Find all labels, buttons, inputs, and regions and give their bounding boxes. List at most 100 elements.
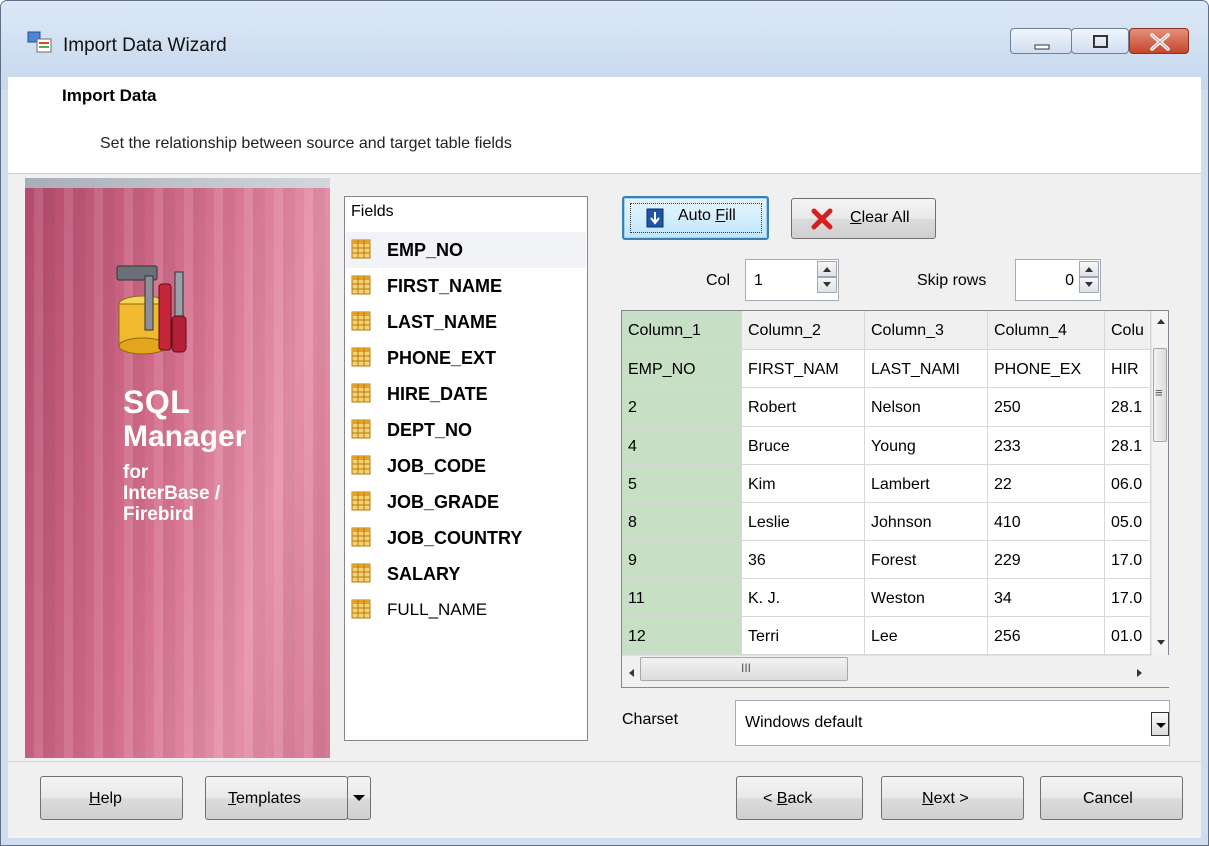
grid-cell[interactable]: 11 [622, 579, 742, 617]
brand-subtitle: for InterBase / Firebird [123, 462, 220, 525]
chevron-down-icon [353, 795, 365, 801]
grid-column-header[interactable]: Column_4 [988, 311, 1105, 350]
col-spinner[interactable]: 1 [745, 259, 839, 301]
table-field-icon [351, 491, 371, 511]
grid-cell[interactable]: 4 [622, 427, 742, 465]
field-item[interactable]: LAST_NAME [346, 304, 586, 340]
grid-cell[interactable]: Bruce [742, 427, 865, 465]
grid-cell[interactable]: 9 [622, 541, 742, 579]
field-item[interactable]: SALARY [346, 556, 586, 592]
grid-cell[interactable]: 256 [988, 617, 1105, 655]
grid-cell[interactable]: 17.0 [1105, 579, 1151, 617]
grid-cell[interactable]: HIR [1105, 350, 1151, 388]
grid-cell[interactable]: 34 [988, 579, 1105, 617]
brand-line-1: SQL [123, 384, 191, 420]
grid-cell[interactable]: Johnson [865, 503, 988, 541]
cancel-label: Cancel [1083, 790, 1133, 807]
grid-column-header[interactable]: Column_2 [742, 311, 865, 350]
grid-vertical-thumb[interactable]: ≡ [1153, 348, 1167, 442]
col-up-button[interactable] [817, 261, 837, 277]
field-item[interactable]: DEPT_NO [346, 412, 586, 448]
grid-cell[interactable]: 250 [988, 388, 1105, 427]
skip-down-button[interactable] [1079, 277, 1099, 293]
grid-cell[interactable]: 12 [622, 617, 742, 655]
grid-cell[interactable]: 17.0 [1105, 541, 1151, 579]
grid-cell[interactable]: 410 [988, 503, 1105, 541]
grid-cell[interactable]: 2 [622, 388, 742, 427]
scroll-right-icon [1137, 669, 1142, 677]
grid-cell[interactable]: 05.0 [1105, 503, 1151, 541]
grid-cell[interactable]: Forest [865, 541, 988, 579]
grid-cell[interactable]: Robert [742, 388, 865, 427]
grid-cell[interactable]: 28.1 [1105, 388, 1151, 427]
focus-rect [630, 203, 762, 233]
back-label: < Back [763, 790, 813, 807]
brand-line-2: Manager [123, 420, 247, 453]
grid-cell[interactable]: Lee [865, 617, 988, 655]
close-button[interactable] [1129, 28, 1189, 54]
grid-cell[interactable]: EMP_NO [622, 350, 742, 388]
help-label: Help [89, 790, 122, 807]
field-item[interactable]: HIRE_DATE [346, 376, 586, 412]
next-button[interactable]: Next > [881, 776, 1024, 820]
grid-cell[interactable]: 36 [742, 541, 865, 579]
grid-cell[interactable]: 22 [988, 465, 1105, 503]
grid-column-header[interactable]: Colu [1105, 311, 1151, 350]
grid-cell[interactable]: Lambert [865, 465, 988, 503]
templates-button[interactable]: Templates [205, 776, 348, 820]
cancel-button[interactable]: Cancel [1040, 776, 1183, 820]
spin-up-icon [1085, 267, 1093, 272]
wizard-header [8, 77, 1201, 173]
field-label: SALARY [387, 564, 461, 584]
table-field-icon [351, 527, 371, 547]
field-item[interactable]: JOB_COUNTRY [346, 520, 586, 556]
table-field-icon [351, 275, 371, 295]
grid-horizontal-thumb[interactable]: III [640, 657, 848, 681]
page-subtitle: Set the relationship between source and … [100, 135, 512, 152]
grid-cell[interactable]: PHONE_EX [988, 350, 1105, 388]
grid-cell[interactable]: Nelson [865, 388, 988, 427]
table-field-icon [351, 347, 371, 367]
scroll-down-icon [1157, 640, 1165, 645]
skip-rows-spinner[interactable]: 0 [1015, 259, 1101, 301]
field-item[interactable]: FIRST_NAME [346, 268, 586, 304]
grid-cell[interactable]: Leslie [742, 503, 865, 541]
field-item[interactable]: FULL_NAME [346, 592, 586, 628]
grid-cell[interactable]: K. J. [742, 579, 865, 617]
grid-cell[interactable]: Kim [742, 465, 865, 503]
grid-cell[interactable]: LAST_NAMI [865, 350, 988, 388]
field-item[interactable]: JOB_GRADE [346, 484, 586, 520]
grid-cell[interactable]: 06.0 [1105, 465, 1151, 503]
maximize-button[interactable] [1071, 28, 1129, 54]
grid-cell[interactable]: FIRST_NAM [742, 350, 865, 388]
grid-column-header[interactable]: Column_1 [622, 311, 742, 350]
help-button[interactable]: Help [40, 776, 183, 820]
grid-cell[interactable]: 233 [988, 427, 1105, 465]
clear-all-button[interactable]: Clear All [791, 198, 936, 239]
grid-cell[interactable]: 8 [622, 503, 742, 541]
grid-cell[interactable]: 28.1 [1105, 427, 1151, 465]
skip-up-button[interactable] [1079, 261, 1099, 277]
window-title: Import Data Wizard [63, 35, 227, 56]
grid-cell[interactable]: 229 [988, 541, 1105, 579]
field-item[interactable]: PHONE_EXT [346, 340, 586, 376]
grid-cell[interactable]: Young [865, 427, 988, 465]
field-label: LAST_NAME [387, 312, 498, 332]
grid-column-header[interactable]: Column_3 [865, 311, 988, 350]
table-field-icon [351, 599, 371, 619]
templates-dropdown-button[interactable] [347, 776, 371, 820]
charset-dropdown-button[interactable] [1151, 712, 1169, 736]
back-button[interactable]: < Back [736, 776, 863, 820]
table-field-icon [351, 563, 371, 583]
field-label: JOB_GRADE [387, 492, 500, 512]
templates-label: Templates [228, 790, 301, 807]
grid-cell[interactable]: 5 [622, 465, 742, 503]
field-item[interactable]: JOB_CODE [346, 448, 586, 484]
grid-cell[interactable]: Weston [865, 579, 988, 617]
grid-cell[interactable]: Terri [742, 617, 865, 655]
col-down-button[interactable] [817, 277, 837, 293]
scroll-corner [1151, 655, 1169, 687]
minimize-button[interactable] [1010, 28, 1072, 54]
field-item[interactable]: EMP_NO [346, 232, 586, 268]
grid-cell[interactable]: 01.0 [1105, 617, 1151, 655]
